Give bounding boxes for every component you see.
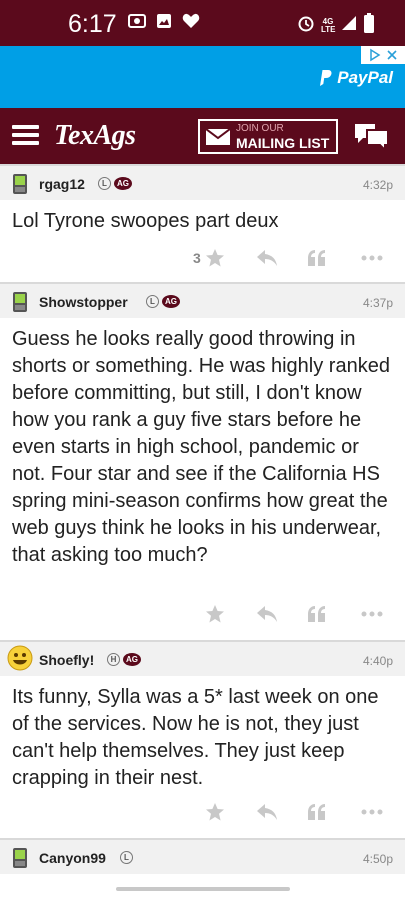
mailing-join-label: JOIN OUR: [236, 122, 284, 134]
star-icon: [206, 605, 224, 623]
adchoices-icon[interactable]: [361, 46, 405, 64]
quote-icon: [308, 606, 325, 622]
status-time: 6:17: [68, 10, 117, 38]
signal-icon: [341, 15, 357, 36]
post-actions: [0, 800, 405, 824]
reply-icon: [257, 250, 277, 266]
post: rgag12 L AG 4:32p Lol Tyrone swoopes par…: [0, 164, 405, 282]
quote-button[interactable]: [307, 800, 327, 824]
reply-button[interactable]: [256, 246, 278, 270]
post: Canyon99 L 4:50p: [0, 838, 405, 878]
badge-l: L: [120, 851, 133, 864]
post-header: Shoefly! H AG 4:40p: [0, 640, 405, 676]
star-icon: [205, 249, 224, 267]
star-button[interactable]: 3: [193, 246, 225, 270]
more-button[interactable]: [361, 246, 383, 270]
heart-icon: [182, 13, 200, 34]
phone-icon: [13, 174, 27, 194]
post: Showstopper L AG 4:37p Guess he looks re…: [0, 282, 405, 640]
badge-l: L: [98, 177, 111, 190]
paypal-icon: [320, 70, 332, 86]
more-button[interactable]: [361, 800, 383, 824]
reply-button[interactable]: [256, 602, 278, 626]
post-header: rgag12 L AG 4:32p: [0, 164, 405, 200]
star-button[interactable]: [205, 602, 225, 626]
home-indicator[interactable]: [116, 887, 290, 891]
post-header: Showstopper L AG 4:37p: [0, 282, 405, 318]
image-icon: [156, 13, 172, 34]
badge-ag: AG: [123, 653, 141, 666]
badge-ag: AG: [114, 177, 132, 190]
badge-l: L: [146, 295, 159, 308]
more-icon: [361, 611, 383, 617]
envelope-icon: [206, 128, 230, 145]
reply-button[interactable]: [256, 800, 278, 824]
star-icon: [206, 803, 224, 821]
battery-icon: [363, 13, 375, 38]
reply-icon: [257, 606, 277, 622]
star-count: 3: [193, 250, 201, 266]
username[interactable]: rgag12: [39, 176, 85, 192]
quote-button[interactable]: [307, 246, 327, 270]
top-nav: TexAgs JOIN OUR MAILING LIST: [0, 108, 405, 164]
more-button[interactable]: [361, 602, 383, 626]
cast-icon: [128, 13, 146, 34]
post-time: 4:32p: [362, 178, 393, 192]
post-body: Lol Tyrone swoopes part deux: [12, 210, 279, 232]
post-actions: [0, 602, 405, 626]
site-logo[interactable]: TexAgs: [54, 120, 136, 152]
phone-icon: [13, 292, 27, 312]
username[interactable]: Showstopper: [39, 294, 128, 310]
post-body: Its funny, Sylla was a 5* last week on o…: [12, 686, 379, 789]
badge-ag: AG: [162, 295, 180, 308]
smiley-icon: [7, 645, 33, 671]
network-label: 4G LTE: [321, 16, 336, 34]
ad-banner[interactable]: PayPal: [0, 46, 405, 108]
post-time: 4:40p: [362, 654, 393, 668]
quote-button[interactable]: [307, 602, 327, 626]
alarm-icon: [297, 14, 315, 37]
badge-h: H: [107, 653, 120, 666]
post-actions: 3: [0, 246, 405, 270]
post-time: 4:50p: [362, 852, 393, 866]
post-time: 4:37p: [362, 296, 393, 310]
post-header: Canyon99 L 4:50p: [0, 838, 405, 874]
chat-icon[interactable]: [353, 121, 391, 156]
reply-icon: [257, 804, 277, 820]
star-button[interactable]: [205, 800, 225, 824]
mailing-list-button[interactable]: JOIN OUR MAILING LIST: [198, 119, 338, 154]
ad-brand-label: PayPal: [337, 68, 393, 87]
quote-icon: [308, 804, 325, 820]
quote-icon: [308, 250, 325, 266]
post: Shoefly! H AG 4:40p Its funny, Sylla was…: [0, 640, 405, 838]
menu-icon[interactable]: [12, 125, 39, 145]
more-icon: [361, 255, 383, 261]
ad-brand[interactable]: PayPal: [317, 68, 393, 88]
more-icon: [361, 809, 383, 815]
mailing-list-label: MAILING LIST: [236, 134, 330, 151]
phone-icon: [13, 848, 27, 868]
username[interactable]: Canyon99: [39, 850, 106, 866]
post-body: Guess he looks really good throwing in s…: [12, 328, 390, 566]
status-bar: 6:17 4G LTE: [0, 0, 405, 46]
username[interactable]: Shoefly!: [39, 652, 94, 668]
